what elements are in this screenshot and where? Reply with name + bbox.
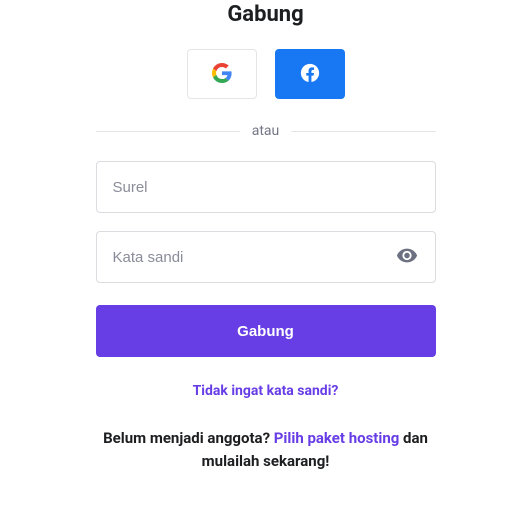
page-title: Gabung	[227, 2, 303, 27]
toggle-password-button[interactable]	[392, 241, 422, 274]
eye-icon	[396, 245, 418, 270]
signup-prompt: Belum menjadi anggota? Pilih paket hosti…	[86, 427, 446, 472]
social-login-row	[187, 49, 345, 99]
email-field-wrap	[96, 161, 436, 213]
signup-link[interactable]: Pilih paket hosting	[274, 429, 400, 447]
facebook-icon	[299, 62, 321, 87]
forgot-password-link[interactable]: Tidak ingat kata sandi?	[193, 383, 339, 399]
login-form: Gabung	[96, 161, 436, 383]
signup-prefix: Belum menjadi anggota?	[103, 429, 274, 447]
divider: atau	[96, 123, 436, 139]
google-login-button[interactable]	[187, 49, 257, 99]
facebook-login-button[interactable]	[275, 49, 345, 99]
password-field[interactable]	[96, 231, 436, 283]
divider-label: atau	[240, 123, 292, 139]
email-field[interactable]	[96, 161, 436, 213]
submit-button[interactable]: Gabung	[96, 305, 436, 357]
google-icon	[212, 63, 232, 86]
password-field-wrap	[96, 231, 436, 283]
